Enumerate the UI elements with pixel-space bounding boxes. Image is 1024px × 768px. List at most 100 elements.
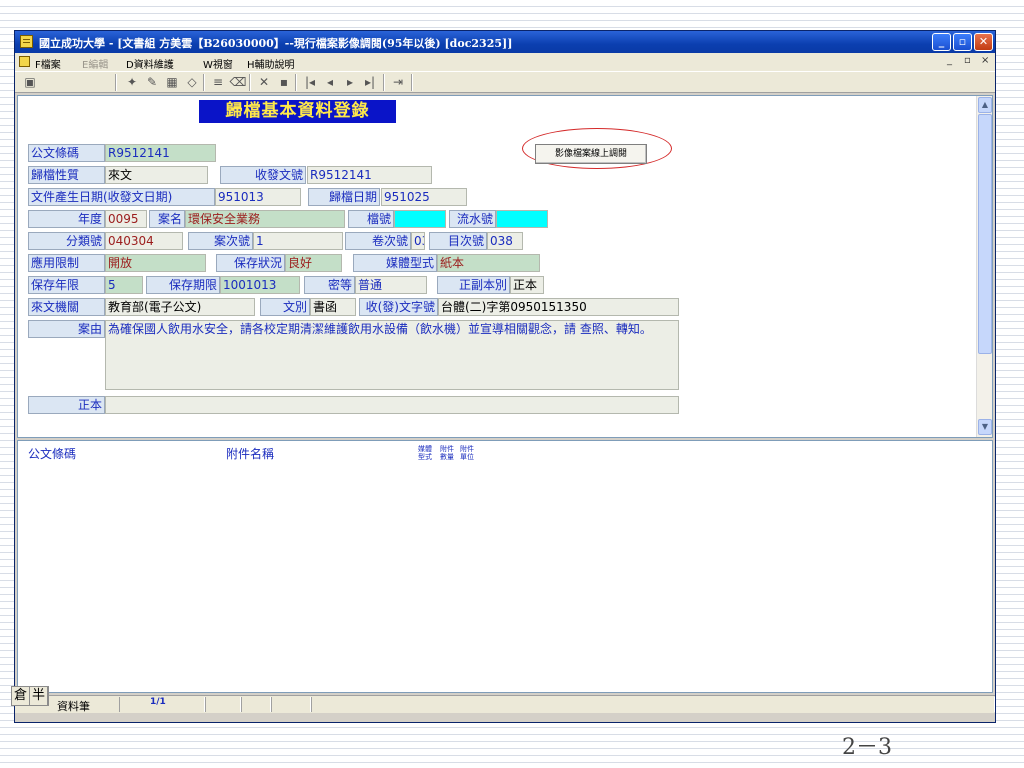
preservation-status-field[interactable]: 良好 <box>285 254 342 272</box>
record-count: 1/1 <box>150 697 166 707</box>
send-receive-word-no-label: 收(發)文字號 <box>359 298 438 316</box>
menu-data-maintenance[interactable]: D資料維護 <box>126 56 174 71</box>
case-sub-no-label: 案次號 <box>188 232 253 250</box>
case-sub-no-field[interactable]: 1 <box>253 232 343 250</box>
eraser-icon[interactable]: ◇ <box>183 74 201 91</box>
clear-icon[interactable]: ⌫ <box>229 74 247 91</box>
status-cell <box>311 697 995 712</box>
grid-header-barcode: 公文條碼 <box>28 447 77 461</box>
ime-indicator[interactable]: 倉半 <box>11 686 50 706</box>
year-label: 年度 <box>28 210 105 228</box>
item-no-field[interactable]: 038 <box>487 232 523 250</box>
access-limit-field[interactable]: 開放 <box>105 254 206 272</box>
toolbar-separator <box>115 74 117 91</box>
mdi-close-button[interactable]: × <box>981 55 989 66</box>
attachment-grid: 公文條碼 附件名稱 媒體型式 附件數量 附件單位 <box>17 440 993 693</box>
prev-record-icon[interactable]: ◂ <box>321 74 339 91</box>
document-icon[interactable] <box>19 56 30 67</box>
classification-label: 密等 <box>304 276 355 294</box>
ime-input-mode[interactable]: 倉 <box>12 687 31 705</box>
slide-number: 2－3 <box>842 735 892 760</box>
last-record-icon[interactable]: ▸| <box>361 74 379 91</box>
subject-memo[interactable]: 為確保國人飲用水安全，請各校定期清潔維護飲用水設備（飲水機）並宣導相關觀念，請 … <box>105 320 679 390</box>
status-bar: 資料筆 1/1 <box>15 695 995 713</box>
exit-icon[interactable]: ⇥ <box>389 74 407 91</box>
toolbar-separator <box>249 74 251 91</box>
menu-file[interactable]: F檔案 <box>35 56 61 71</box>
scroll-up-icon[interactable]: ▲ <box>978 97 992 113</box>
mdi-restore-button[interactable]: ▫ <box>964 55 971 66</box>
mdi-minimize-button[interactable]: _ <box>947 55 952 66</box>
copy-type-field[interactable]: 正本 <box>510 276 544 294</box>
grid-header-attachment-unit: 附件單位 <box>460 445 474 461</box>
grid-header-attachment-qty: 附件數量 <box>440 445 454 461</box>
media-type-field[interactable]: 紙本 <box>437 254 540 272</box>
preservation-status-label: 保存狀況 <box>216 254 285 272</box>
serial-no-field[interactable] <box>496 210 548 228</box>
access-limit-label: 應用限制 <box>28 254 105 272</box>
copy-type-label: 正副本別 <box>437 276 510 294</box>
retention-years-label: 保存年限 <box>28 276 105 294</box>
subject-label: 案由 <box>28 320 105 338</box>
edit-icon[interactable]: ✎ <box>143 74 161 91</box>
doc-created-date-field[interactable]: 951013 <box>215 188 301 206</box>
year-field[interactable]: 0095 <box>105 210 147 228</box>
volume-no-field[interactable]: 03 <box>411 232 425 250</box>
delete-icon[interactable]: ✕ <box>255 74 273 91</box>
form-heading: 歸檔基本資料登錄 <box>199 100 396 123</box>
record-indicator: 1/1 <box>119 697 205 712</box>
menu-help[interactable]: H輔助說明 <box>247 56 295 71</box>
toolbar-separator <box>411 74 413 91</box>
original-field[interactable] <box>105 396 679 414</box>
media-type-label: 媒體型式 <box>353 254 437 272</box>
menu-edit[interactable]: E編輯 <box>82 56 108 71</box>
first-record-icon[interactable]: |◂ <box>301 74 319 91</box>
toolbar-separator <box>203 74 205 91</box>
case-name-field[interactable]: 環保安全業務 <box>185 210 345 228</box>
serial-no-label: 流水號 <box>449 210 496 228</box>
close-button[interactable]: ✕ <box>974 33 993 51</box>
original-label: 正本 <box>28 396 105 414</box>
status-label: 資料筆 <box>57 700 90 713</box>
title-bar[interactable]: 國立成功大學 - [文書組 方美雲【B26030000】--現行檔案影像調閱(9… <box>15 31 995 53</box>
volume-no-label: 卷次號 <box>345 232 411 250</box>
classification-field[interactable]: 普通 <box>355 276 427 294</box>
toolbar-separator <box>295 74 297 91</box>
retention-deadline-field[interactable]: 1001013 <box>220 276 300 294</box>
send-receive-no-field[interactable]: R9512141 <box>307 166 432 184</box>
wand-icon[interactable]: ✦ <box>123 74 141 91</box>
file-no-label: 檔號 <box>348 210 394 228</box>
menu-window[interactable]: W視窗 <box>203 56 233 71</box>
send-receive-no-label: 收發文號 <box>220 166 306 184</box>
archive-nature-field[interactable]: 來文 <box>105 166 208 184</box>
image-icon[interactable]: ▣ <box>21 74 39 91</box>
image-view-button[interactable]: 影像檔案線上調閱 <box>535 144 647 164</box>
app-icon[interactable] <box>20 35 33 48</box>
minimize-button[interactable]: _ <box>932 33 951 51</box>
status-cell <box>271 697 311 712</box>
scroll-thumb[interactable] <box>978 114 992 354</box>
grid-icon[interactable]: ▦ <box>163 74 181 91</box>
grid-header-attachment-name: 附件名稱 <box>226 447 275 461</box>
send-receive-word-no-field[interactable]: 台體(二)字第0950151350 <box>438 298 679 316</box>
form-scrollbar[interactable]: ▲ ▼ <box>976 96 992 437</box>
toolbar-separator <box>383 74 385 91</box>
sender-agency-field[interactable]: 教育部(電子公文) <box>105 298 255 316</box>
file-no-field[interactable] <box>394 210 446 228</box>
toolbar: ▣ ✦ ✎ ▦ ◇ ≡ ⌫ ✕ ▪ |◂ ◂ ▸ ▸| ⇥ <box>15 71 995 93</box>
next-record-icon[interactable]: ▸ <box>341 74 359 91</box>
status-cell <box>241 697 271 712</box>
doc-type-field[interactable]: 書函 <box>310 298 356 316</box>
item-no-label: 目次號 <box>429 232 487 250</box>
ime-width-mode[interactable]: 半 <box>30 687 49 705</box>
retention-years-field[interactable]: 5 <box>105 276 143 294</box>
window-title: 國立成功大學 - [文書組 方美雲【B26030000】--現行檔案影像調閱(9… <box>39 37 513 50</box>
maximize-button[interactable]: ▫ <box>953 33 972 51</box>
category-no-field[interactable]: 040304 <box>105 232 183 250</box>
sort-icon[interactable]: ≡ <box>209 74 227 91</box>
category-no-label: 分類號 <box>28 232 105 250</box>
doc-barcode-field[interactable]: R9512141 <box>105 144 216 162</box>
archive-date-field[interactable]: 951025 <box>381 188 467 206</box>
save-icon[interactable]: ▪ <box>275 74 293 91</box>
scroll-down-icon[interactable]: ▼ <box>978 419 992 435</box>
